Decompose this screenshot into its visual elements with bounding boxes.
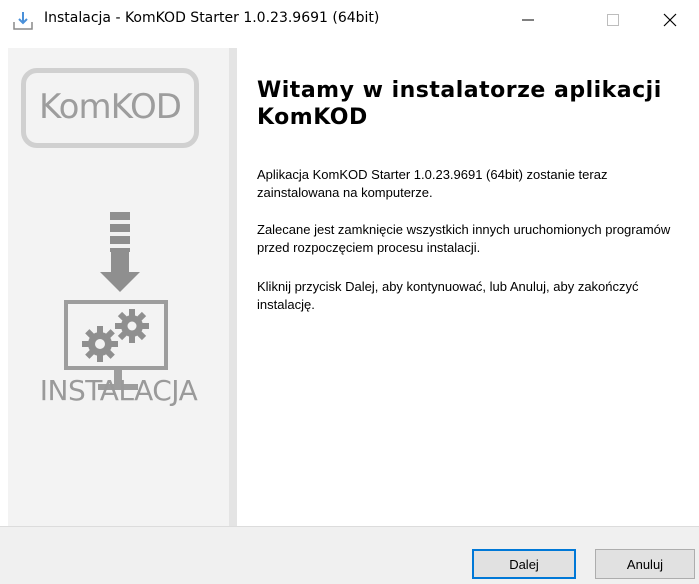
installer-app-icon bbox=[12, 11, 34, 31]
intro-paragraph: Aplikacja KomKOD Starter 1.0.23.9691 (64… bbox=[257, 167, 608, 200]
download-arrow-icon bbox=[110, 212, 130, 252]
instruction-paragraph: Kliknij przycisk Dalej, aby kontynuować,… bbox=[257, 279, 639, 312]
maximize-icon bbox=[607, 14, 619, 26]
minimize-button[interactable] bbox=[505, 0, 551, 40]
page-title: Witamy w instalatorze aplikacji KomKOD bbox=[257, 78, 662, 130]
komkod-logo: KomKOD bbox=[21, 68, 199, 148]
window-title: Instalacja - KomKOD Starter 1.0.23.9691 … bbox=[44, 10, 380, 26]
install-label: INSTALACJA bbox=[39, 374, 198, 407]
cancel-button[interactable]: Anuluj bbox=[595, 549, 695, 579]
close-button[interactable] bbox=[647, 0, 693, 40]
logo-text: KomKOD bbox=[39, 87, 182, 127]
close-icon bbox=[663, 13, 677, 27]
title-bar: Instalacja - KomKOD Starter 1.0.23.9691 … bbox=[0, 0, 699, 40]
next-button[interactable]: Dalej bbox=[472, 549, 576, 579]
maximize-button[interactable] bbox=[590, 0, 636, 40]
down-arrow-icon bbox=[100, 252, 140, 292]
sidebar-divider bbox=[229, 48, 237, 526]
minimize-icon bbox=[522, 19, 534, 21]
recommendation-paragraph: Zalecane jest zamknięcie wszystkich inny… bbox=[257, 222, 671, 255]
